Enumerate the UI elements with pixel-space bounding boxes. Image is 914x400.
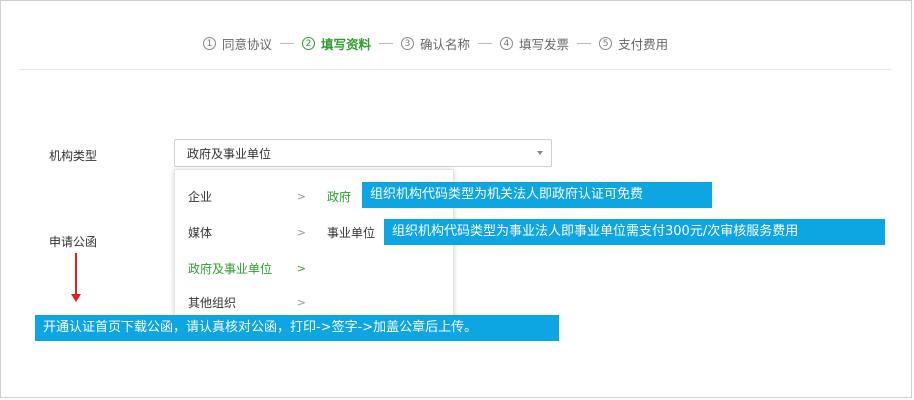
step-number: 1 — [203, 37, 216, 50]
page-frame: 1 同意协议 2 填写资料 3 确认名称 4 填写发票 5 支付费用 机构类型 … — [0, 0, 912, 398]
step-label: 填写资料 — [321, 37, 372, 52]
step-agree: 1 同意协议 — [203, 34, 272, 53]
step-fill-info: 2 填写资料 — [302, 34, 371, 53]
step-number: 2 — [302, 37, 316, 50]
step-confirm-name: 3 确认名称 — [401, 34, 470, 53]
org-type-label: 机构类型 — [49, 149, 98, 163]
option-enterprise[interactable]: 企业 > — [188, 188, 306, 205]
application-letter-label: 申请公函 — [49, 235, 98, 249]
step-number: 3 — [401, 37, 415, 50]
option-label: 媒体 — [188, 226, 213, 240]
step-connector — [577, 43, 592, 44]
step-label: 确认名称 — [420, 37, 471, 52]
org-type-select[interactable]: 政府及事业单位 — [174, 139, 552, 167]
org-type-selected-value: 政府及事业单位 — [187, 146, 272, 161]
chevron-right-icon: > — [296, 296, 306, 309]
annotation-arrow-down-icon — [71, 294, 81, 302]
callout-institution-note: 组织机构代码类型为事业法人即事业单位需支付300元/次审核服务费用 — [384, 219, 885, 245]
option-public-institution[interactable]: 事业单位 — [327, 224, 375, 241]
option-media[interactable]: 媒体 > — [188, 224, 306, 241]
step-label: 填写发票 — [519, 37, 570, 52]
chevron-right-icon: > — [296, 262, 306, 275]
callout-letter-note: 开通认证首页下载公函，请认真核对公函，打印->签字->加盖公章后上传。 — [35, 315, 559, 341]
step-label: 同意协议 — [222, 37, 273, 52]
dropdown-level1: 企业 > 媒体 > 政府及事业单位 > 其他组织 > — [175, 170, 315, 320]
option-label: 其他组织 — [188, 296, 237, 310]
callout-government-note: 组织机构代码类型为机关法人即政府认证可免费 — [362, 182, 712, 208]
annotation-arrow-shaft — [75, 253, 77, 297]
progress-steps: 1 同意协议 2 填写资料 3 确认名称 4 填写发票 5 支付费用 — [203, 34, 668, 53]
step-connector — [379, 43, 394, 44]
option-label: 政府及事业单位 — [188, 262, 273, 276]
option-government-institution[interactable]: 政府及事业单位 > — [188, 260, 306, 277]
step-number: 5 — [599, 37, 613, 50]
chevron-right-icon: > — [296, 190, 306, 203]
step-connector — [280, 43, 295, 44]
step-payment: 5 支付费用 — [599, 34, 668, 53]
option-label: 企业 — [188, 190, 213, 204]
option-government[interactable]: 政府 — [327, 188, 351, 205]
header-divider — [19, 69, 891, 70]
chevron-right-icon: > — [296, 226, 306, 239]
caret-down-icon — [537, 151, 543, 155]
step-number: 4 — [500, 37, 514, 50]
step-connector — [478, 43, 493, 44]
step-invoice: 4 填写发票 — [500, 34, 569, 53]
option-other-organization[interactable]: 其他组织 > — [188, 294, 306, 311]
step-label: 支付费用 — [618, 37, 669, 52]
